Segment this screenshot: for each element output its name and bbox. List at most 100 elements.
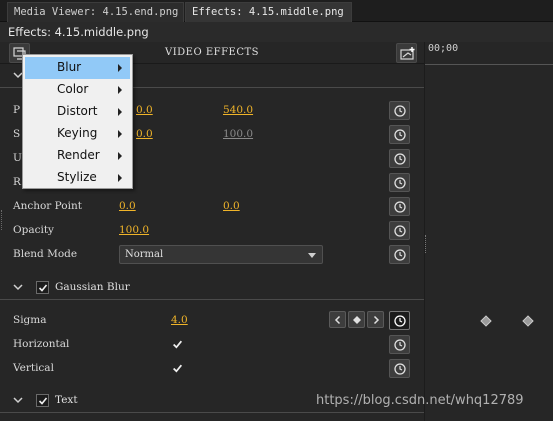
keyframe-marker[interactable] — [522, 315, 534, 327]
keyframe-toggle-button[interactable] — [389, 149, 410, 168]
keyframe-toggle-button[interactable] — [389, 335, 410, 354]
keyframe-toggle-button[interactable] — [389, 245, 410, 264]
param-label: P — [13, 104, 21, 116]
tab-media-viewer[interactable]: Media Viewer: 4.15.end.png — [7, 2, 184, 22]
menu-item-label: Color — [57, 82, 89, 96]
clock-icon — [394, 105, 406, 117]
keyframe-toggle-button[interactable] — [389, 311, 410, 330]
section-title: Gaussian Blur — [55, 281, 130, 293]
sigma-value[interactable]: 4.0 — [171, 314, 188, 326]
clock-icon — [394, 225, 406, 237]
blend-mode-select[interactable]: Normal — [119, 245, 323, 264]
chevron-left-icon — [334, 315, 341, 325]
submenu-arrow-icon — [118, 174, 122, 182]
clock-icon — [394, 201, 406, 213]
vertical-checkbox[interactable] — [171, 362, 184, 375]
keyframe-toggle-button[interactable] — [389, 101, 410, 120]
checkmark-icon — [173, 364, 183, 373]
keyframe-navigation — [329, 311, 386, 330]
clock-icon — [394, 339, 406, 351]
param-label: Vertical — [13, 362, 54, 374]
chevron-down-icon — [308, 253, 316, 258]
opacity-value[interactable]: 100.0 — [119, 224, 149, 236]
toggle-keyframe-button[interactable] — [348, 311, 365, 328]
clock-icon — [394, 153, 406, 165]
checkmark-icon — [173, 340, 183, 349]
param-label: U — [13, 152, 22, 164]
scale-y-value[interactable]: 100.0 — [223, 128, 253, 140]
horizontal-checkbox[interactable] — [171, 338, 184, 351]
param-label: S — [13, 128, 21, 140]
menu-item-render[interactable]: Render — [25, 145, 130, 167]
panel-title: Effects: 4.15.middle.png — [8, 25, 149, 39]
timecode: 00;00 — [428, 43, 459, 54]
panel-title-bar: Effects: 4.15.middle.png — [0, 22, 553, 42]
menu-item-label: Stylize — [57, 170, 97, 184]
position-x-value[interactable]: 0.0 — [136, 104, 153, 116]
checkmark-icon — [38, 397, 48, 405]
tab-effects[interactable]: Effects: 4.15.middle.png — [185, 2, 352, 22]
param-row-sigma: Sigma 4.0 — [0, 309, 424, 333]
previous-keyframe-button[interactable] — [329, 311, 346, 328]
clock-icon — [394, 177, 406, 189]
text-enable-checkbox[interactable] — [36, 394, 49, 407]
menu-item-distort[interactable]: Distort — [25, 101, 130, 123]
menu-item-blur[interactable]: Blur — [25, 57, 130, 79]
panel-splitter[interactable] — [425, 235, 427, 253]
menu-item-label: Distort — [57, 104, 98, 118]
menu-item-stylize[interactable]: Stylize — [25, 167, 130, 189]
submenu-arrow-icon — [118, 130, 122, 138]
param-label: Anchor Point — [13, 200, 82, 212]
clock-icon — [394, 363, 406, 375]
param-row-horizontal: Horizontal — [0, 333, 424, 357]
param-label: Opacity — [13, 224, 54, 236]
keyframe-marker[interactable] — [480, 315, 492, 327]
timeline-ruler[interactable] — [425, 57, 553, 65]
menu-item-label: Blur — [57, 60, 82, 74]
scale-x-value[interactable]: 0.0 — [136, 128, 153, 140]
section-title: Text — [55, 394, 78, 406]
param-row-anchor-point: Anchor Point 0.0 0.0 — [0, 195, 424, 219]
param-label: R — [13, 176, 21, 188]
section-gaussian-blur: Gaussian Blur — [0, 276, 424, 300]
submenu-arrow-icon — [118, 108, 122, 116]
param-label: Blend Mode — [13, 248, 78, 260]
menu-item-label: Keying — [57, 126, 98, 140]
param-row-blend-mode: Blend Mode Normal — [0, 243, 424, 267]
submenu-arrow-icon — [118, 64, 122, 72]
chevron-down-icon[interactable] — [13, 284, 23, 291]
next-keyframe-button[interactable] — [367, 311, 384, 328]
keyframe-timeline: 00;00 — [424, 42, 553, 421]
keyframe-toggle-button[interactable] — [389, 197, 410, 216]
submenu-arrow-icon — [118, 86, 122, 94]
keyframe-toggle-button[interactable] — [389, 221, 410, 240]
param-row-opacity: Opacity 100.0 — [0, 219, 424, 243]
menu-item-label: Render — [57, 148, 100, 162]
clock-icon — [394, 249, 406, 261]
keyframe-toggle-button[interactable] — [389, 125, 410, 144]
anchor-y-value[interactable]: 0.0 — [223, 200, 240, 212]
param-label: Sigma — [13, 314, 47, 326]
blend-mode-value: Normal — [125, 249, 164, 260]
tab-bar: Media Viewer: 4.15.end.png Effects: 4.15… — [0, 0, 553, 22]
param-label: Horizontal — [13, 338, 70, 350]
add-keyframe-button[interactable] — [396, 43, 417, 63]
anchor-x-value[interactable]: 0.0 — [119, 200, 136, 212]
add-keyframe-icon — [400, 47, 415, 60]
clock-icon — [394, 129, 406, 141]
gaussian-blur-enable-checkbox[interactable] — [36, 281, 49, 294]
add-effect-menu: Blur Color Distort Keying Render Stylize — [22, 54, 133, 189]
resize-grip[interactable] — [1, 210, 3, 230]
chevron-right-icon — [373, 315, 380, 325]
chevron-down-icon[interactable] — [13, 397, 23, 404]
watermark: https://blog.csdn.net/whq12789 — [316, 393, 524, 408]
menu-item-keying[interactable]: Keying — [25, 123, 130, 145]
submenu-arrow-icon — [118, 152, 122, 160]
menu-item-color[interactable]: Color — [25, 79, 130, 101]
diamond-icon — [353, 316, 361, 324]
param-row-vertical: Vertical — [0, 357, 424, 381]
position-y-value[interactable]: 540.0 — [223, 104, 253, 116]
keyframe-toggle-button[interactable] — [389, 359, 410, 378]
checkmark-icon — [38, 284, 48, 292]
keyframe-toggle-button[interactable] — [389, 173, 410, 192]
